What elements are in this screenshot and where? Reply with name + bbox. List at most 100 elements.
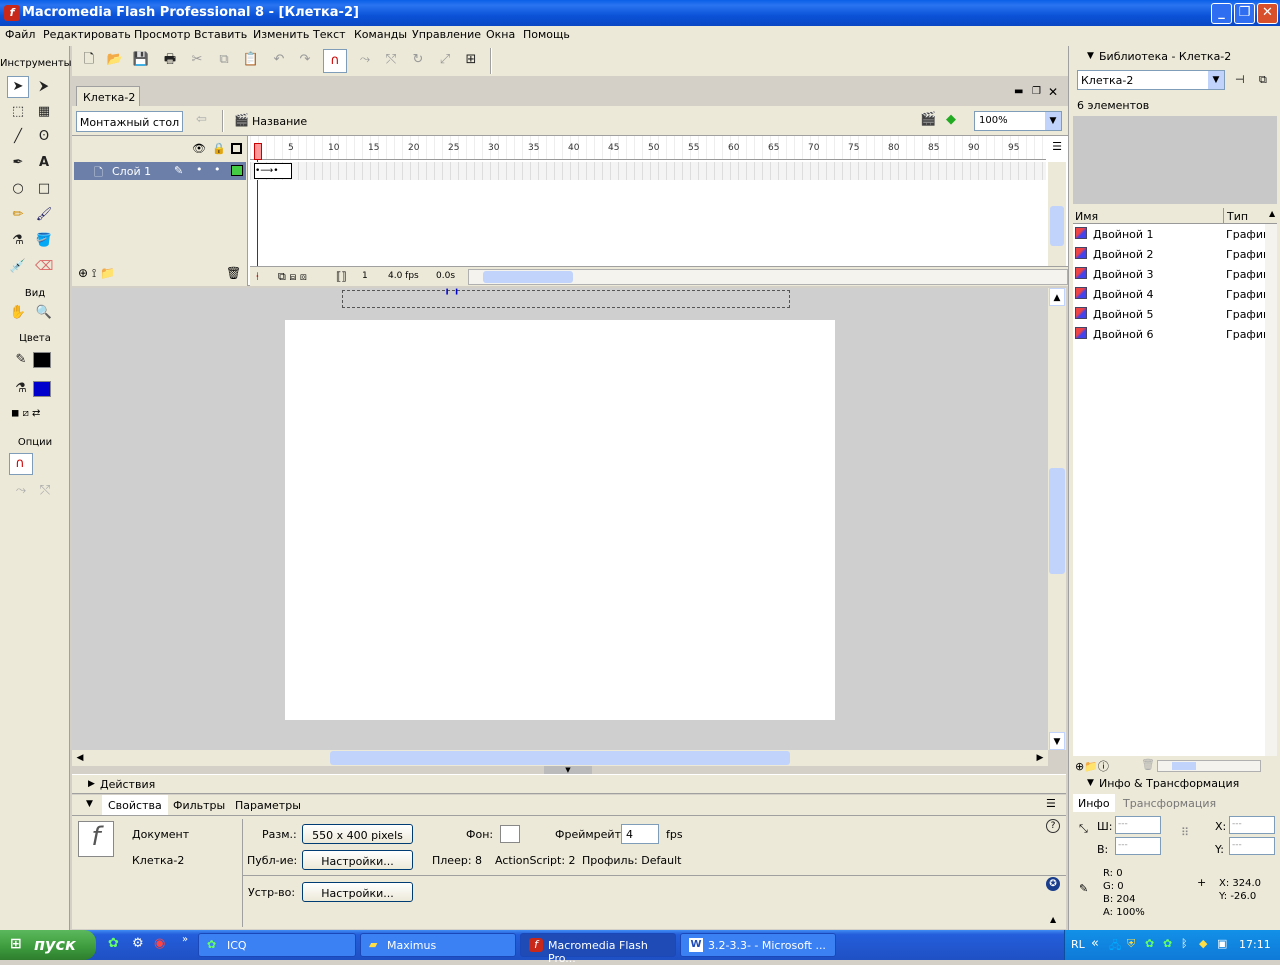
library-vscroll[interactable] bbox=[1265, 224, 1277, 756]
help-icon[interactable]: ? bbox=[1046, 819, 1060, 833]
x-field[interactable]: --- bbox=[1229, 816, 1275, 834]
menu-help[interactable]: Помощь bbox=[523, 28, 570, 41]
library-item[interactable]: Двойной 5 График bbox=[1073, 305, 1265, 325]
tab-info[interactable]: Инфо bbox=[1073, 794, 1115, 812]
add-layer-icon[interactable]: ⊕ ⟟ 📁 bbox=[78, 266, 115, 281]
redo-icon[interactable]: ↷ bbox=[296, 51, 314, 69]
task-icq[interactable]: ✿ ICQ bbox=[198, 933, 356, 957]
stage-button[interactable]: Монтажный стол bbox=[76, 111, 183, 132]
language-indicator[interactable]: RL bbox=[1071, 938, 1085, 951]
menu-text[interactable]: Текст bbox=[313, 28, 346, 41]
rectangle-tool-icon[interactable]: □ bbox=[35, 180, 53, 198]
icq2-tray-icon[interactable]: ✿ bbox=[1163, 937, 1172, 950]
col-name-header[interactable]: Имя bbox=[1075, 210, 1098, 223]
tab-properties[interactable]: Свойства bbox=[102, 795, 168, 815]
back-arrow-icon[interactable]: ⇦ bbox=[196, 112, 207, 127]
trash-icon[interactable]: 🗑 bbox=[226, 266, 241, 280]
tray-chevron-icon[interactable]: « bbox=[1091, 936, 1099, 951]
vscroll-thumb[interactable] bbox=[1050, 206, 1064, 246]
print-icon[interactable]: 🖶 bbox=[161, 51, 179, 69]
edit-symbol-icon[interactable]: ◆ bbox=[946, 112, 956, 127]
menu-control[interactable]: Управление bbox=[412, 28, 481, 41]
layer-outline-swatch[interactable] bbox=[231, 165, 243, 176]
library-item[interactable]: Двойной 1 График bbox=[1073, 225, 1265, 245]
onion-skin-icons[interactable]: ⧉ ⧈ ⧇ bbox=[278, 270, 307, 284]
frame-ruler[interactable]: 15101520253035404550556065707580859095 bbox=[250, 136, 1046, 160]
size-button[interactable]: 550 x 400 pixels bbox=[302, 824, 413, 844]
menu-file[interactable]: Файл bbox=[5, 28, 35, 41]
arrow-tool[interactable]: ➤ bbox=[7, 76, 29, 98]
frame-row[interactable] bbox=[250, 162, 1046, 180]
collapse-up-icon[interactable]: ▲ bbox=[1050, 915, 1056, 924]
zoom-tool-icon[interactable]: 🔍 bbox=[35, 304, 53, 322]
stage-vscroll[interactable]: ▲ ▼ bbox=[1048, 288, 1066, 750]
new-symbol-icon[interactable]: ⊕📁ⓘ bbox=[1075, 758, 1109, 774]
outline-icon[interactable] bbox=[231, 143, 242, 154]
new-file-icon[interactable]: 🗋 bbox=[80, 51, 98, 69]
bg-color-swatch[interactable] bbox=[500, 825, 520, 843]
brush-tool-icon[interactable]: 🖌 bbox=[35, 206, 53, 224]
open-icon[interactable]: 📂 bbox=[106, 51, 124, 69]
quicklaunch-icon[interactable]: ⚙ bbox=[132, 936, 144, 951]
document-tab[interactable]: Клетка-2 bbox=[76, 86, 140, 106]
library-item[interactable]: Двойной 6 График bbox=[1073, 325, 1265, 345]
layer-row[interactable]: 🗋 Слой 1 ✎ • • bbox=[74, 162, 246, 180]
menu-window[interactable]: Окна bbox=[486, 28, 515, 41]
tab-filters[interactable]: Фильтры bbox=[173, 799, 225, 812]
tab-parameters[interactable]: Параметры bbox=[235, 799, 301, 812]
menu-modify[interactable]: Изменить bbox=[253, 28, 309, 41]
panel-menu-icon[interactable]: ☰ bbox=[1046, 797, 1056, 810]
start-button[interactable]: ⊞ пуск bbox=[0, 930, 96, 960]
h-field[interactable]: --- bbox=[1115, 837, 1161, 855]
visibility-dot[interactable]: • bbox=[196, 163, 203, 176]
align-icon[interactable]: ⊞ bbox=[462, 51, 480, 69]
tween-span[interactable]: •⟶• bbox=[254, 163, 292, 179]
tab-transform[interactable]: Трансформация bbox=[1123, 797, 1216, 810]
ink-bottle-icon[interactable]: ⚗ bbox=[9, 232, 27, 250]
icq-tray-icon[interactable]: ✿ bbox=[1145, 937, 1154, 950]
line-tool-icon[interactable]: ╱ bbox=[9, 128, 27, 146]
opera-icon[interactable]: ◉ bbox=[154, 936, 165, 951]
framerate-input[interactable]: 4 bbox=[621, 824, 659, 844]
scroll-down-icon[interactable]: ▼ bbox=[1049, 732, 1065, 750]
library-select[interactable]: Клетка-2 ▼ bbox=[1077, 70, 1225, 90]
menu-commands[interactable]: Команды bbox=[354, 28, 407, 41]
straighten-icon[interactable]: ⤲ bbox=[382, 51, 400, 69]
minimize-button[interactable]: _ bbox=[1211, 3, 1232, 24]
shield-icon[interactable]: ⛨ bbox=[1127, 937, 1135, 951]
eraser-icon[interactable]: ⌫ bbox=[35, 258, 53, 276]
task-flash[interactable]: f Macromedia Flash Pro... bbox=[520, 933, 676, 965]
hand-tool-icon[interactable]: ✋ bbox=[9, 304, 27, 322]
timeline-hscroll[interactable] bbox=[468, 269, 1068, 285]
close-button[interactable]: ✕ bbox=[1257, 3, 1278, 24]
paint-bucket-icon[interactable]: 🪣 bbox=[35, 232, 53, 250]
y-field[interactable]: --- bbox=[1229, 837, 1275, 855]
w-field[interactable]: --- bbox=[1115, 816, 1161, 834]
straighten-option-icon[interactable]: ⤲ bbox=[36, 482, 54, 500]
paste-icon[interactable]: 📋 bbox=[242, 51, 260, 69]
onion-markers-icon[interactable]: ⟦⟧ bbox=[336, 270, 347, 283]
library-hscroll[interactable] bbox=[1157, 760, 1261, 772]
quicklaunch-more-icon[interactable]: » bbox=[182, 934, 188, 945]
smooth-icon[interactable]: ⤳ bbox=[356, 51, 374, 69]
timeline-vscroll[interactable] bbox=[1048, 162, 1066, 266]
free-transform-icon[interactable]: ⬚ bbox=[9, 103, 27, 121]
doc-minimize-icon[interactable]: ▬ bbox=[1014, 86, 1023, 97]
collapse-arrow-icon[interactable]: ▼ bbox=[1087, 51, 1094, 61]
collapse-arrow-icon[interactable]: ▼ bbox=[86, 799, 93, 809]
bluetooth-icon[interactable]: ᛒ bbox=[1181, 937, 1188, 950]
doc-close-icon[interactable]: ✕ bbox=[1048, 85, 1058, 99]
menu-view[interactable]: Просмотр bbox=[134, 28, 190, 41]
registration-grid-icon[interactable]: ⠿ bbox=[1181, 826, 1189, 839]
snap-toggle[interactable]: ∩ bbox=[323, 49, 347, 73]
pasteboard[interactable]: ╹ ╹ bbox=[72, 288, 1048, 750]
center-frame-icon[interactable]: ⍿ bbox=[256, 270, 259, 284]
stage-canvas[interactable] bbox=[285, 320, 835, 720]
undo-icon[interactable]: ↶ bbox=[270, 51, 288, 69]
delete-item-icon[interactable]: 🗑 bbox=[1141, 758, 1155, 771]
antivirus-icon[interactable]: ◆ bbox=[1199, 937, 1207, 950]
lock-dot[interactable]: • bbox=[214, 163, 221, 176]
offstage-selection[interactable] bbox=[342, 290, 790, 308]
task-maximus[interactable]: ▰ Maximus bbox=[360, 933, 516, 957]
smooth-option-icon[interactable]: ⤳ bbox=[12, 482, 30, 500]
